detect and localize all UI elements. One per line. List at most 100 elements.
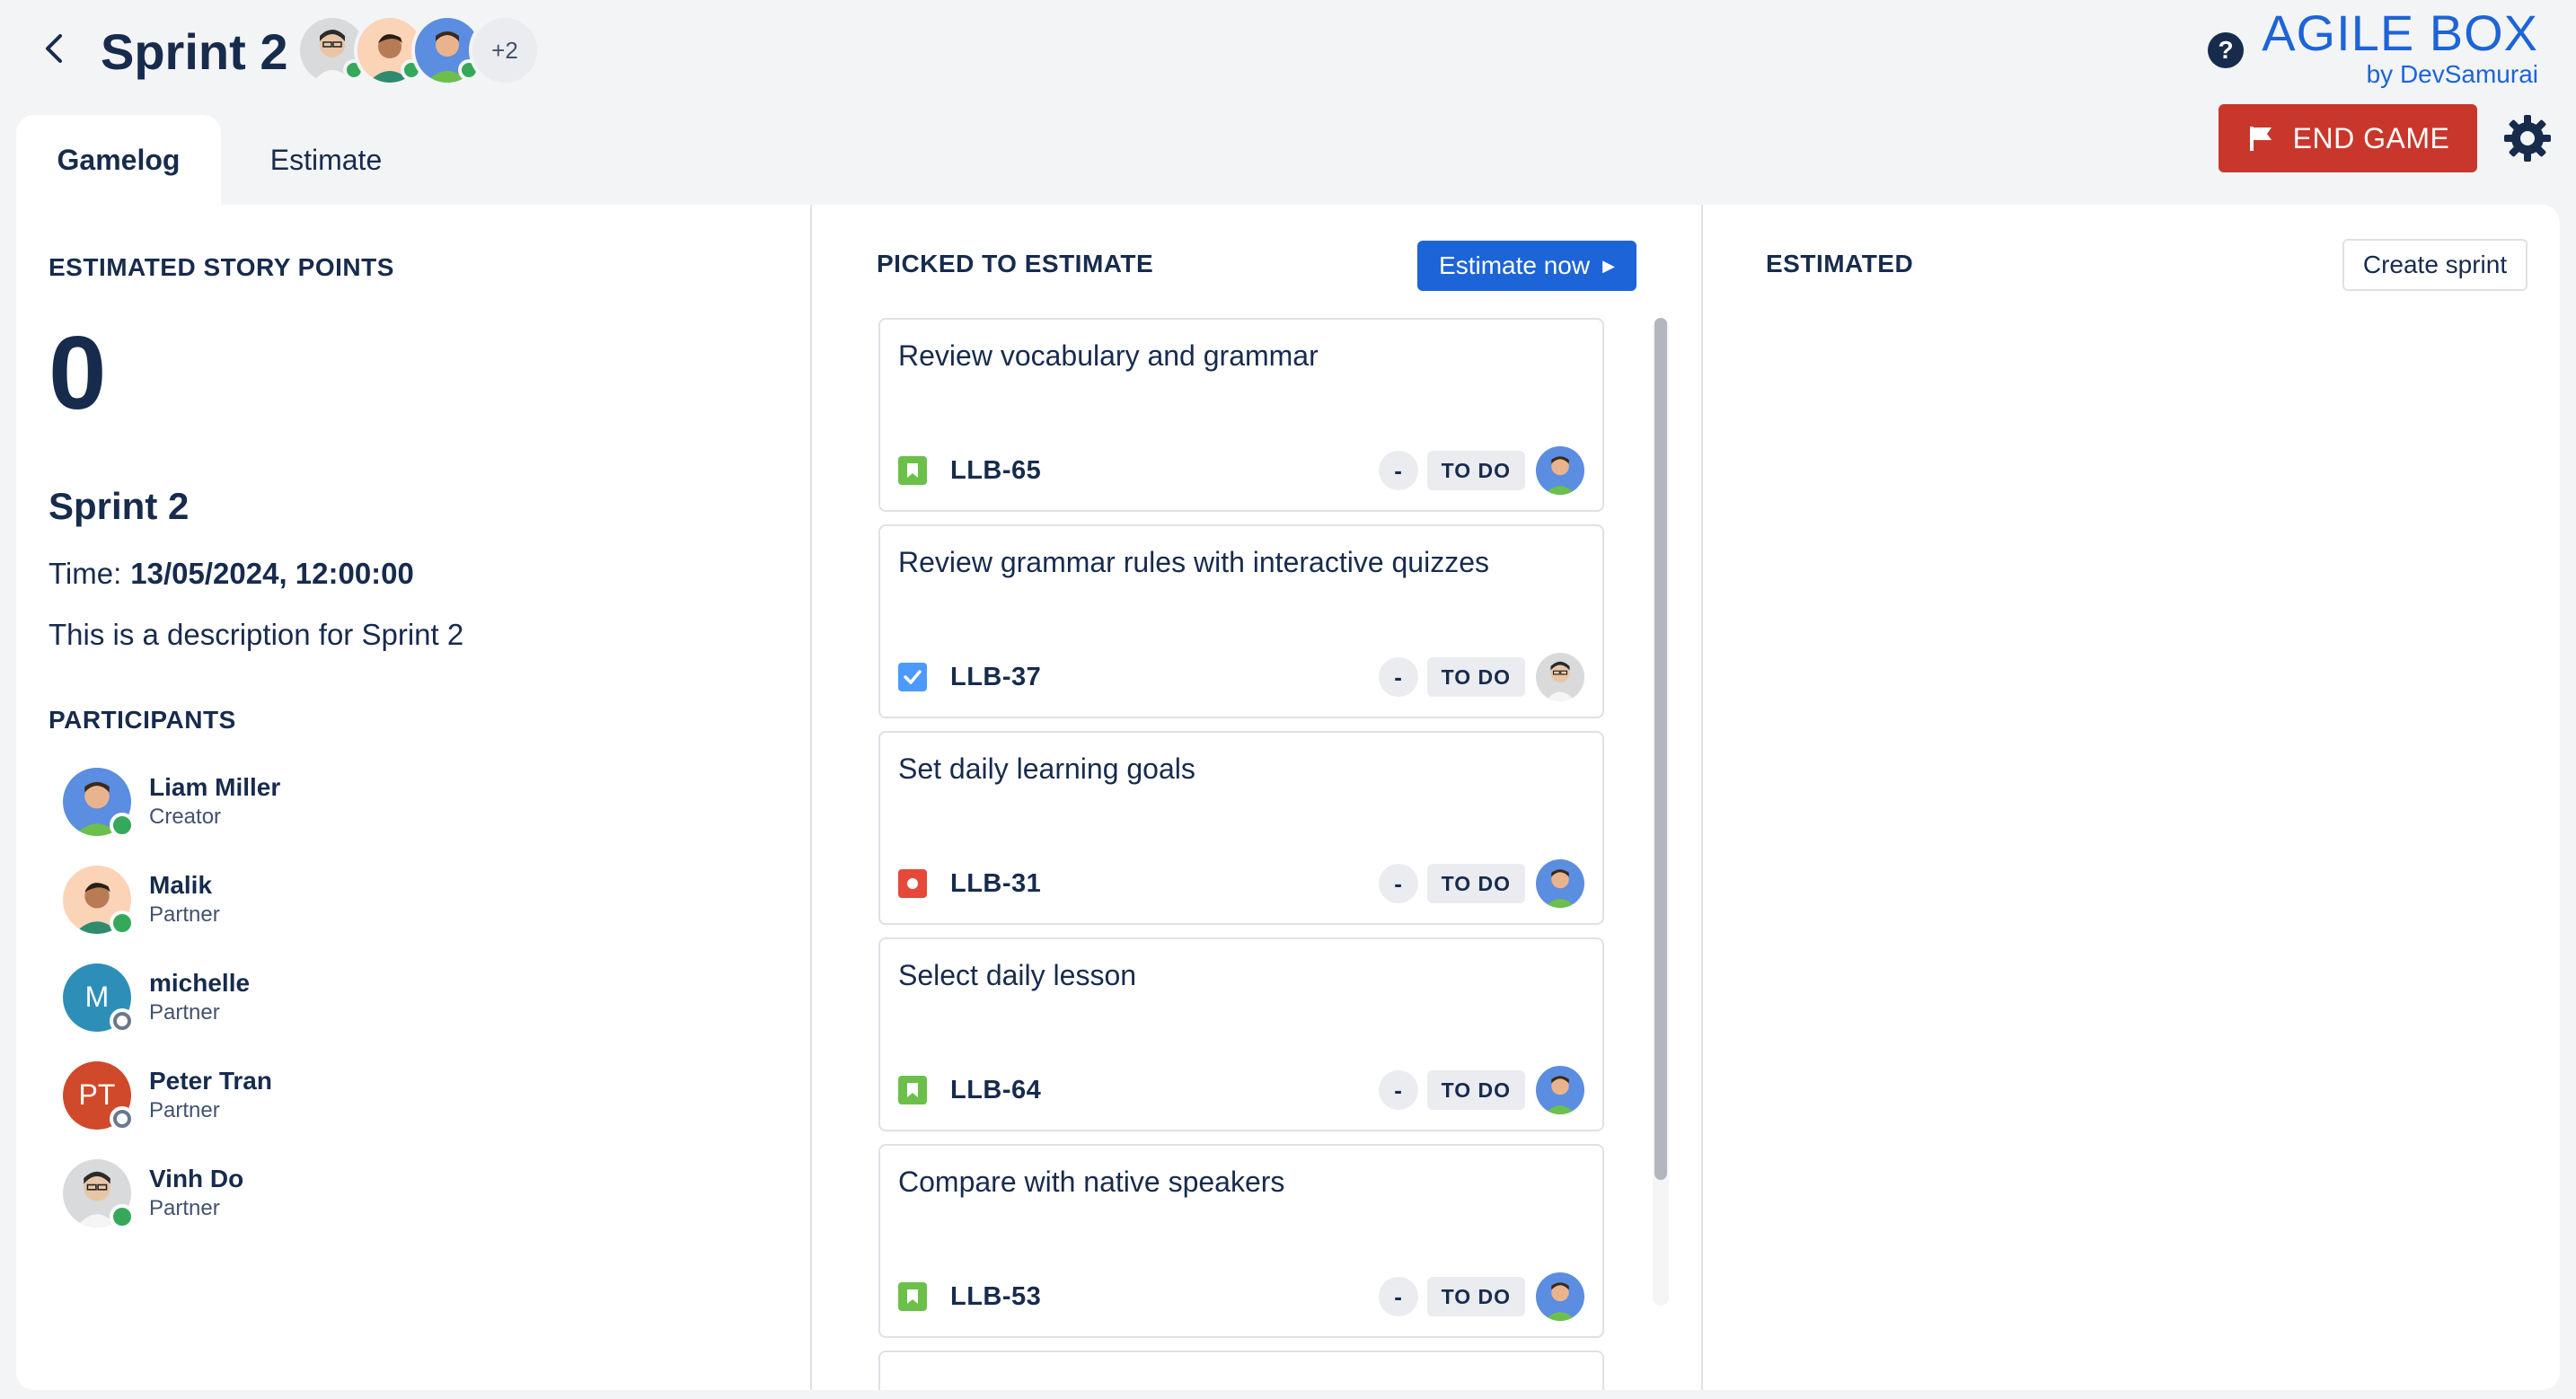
issue-key: LLB-37: [950, 662, 1042, 691]
story-points-value: 0: [49, 314, 107, 431]
offline-status-dot: [110, 1007, 135, 1034]
participant-item: Vinh Do Partner: [63, 1144, 280, 1242]
participant-name: Peter Tran: [149, 1066, 272, 1095]
help-icon[interactable]: ?: [2208, 32, 2244, 68]
participant-item: PT Peter Tran Partner: [63, 1046, 280, 1144]
brand-byline: by DevSamurai: [2366, 60, 2538, 88]
issue-footer: LLB-53 - TO DO: [898, 1272, 1584, 1321]
participant-name: michelle: [149, 968, 251, 997]
story-icon: [898, 1282, 927, 1311]
participant-role: Partner: [149, 1097, 220, 1122]
app-root: Sprint 2 +2 ? AGILE BOX by DevSamurai EN…: [0, 0, 2576, 1399]
issue-title: Review vocabulary and grammar: [898, 339, 1319, 372]
status-badge: TO DO: [1426, 1277, 1525, 1316]
estimate-now-button[interactable]: Estimate now ▶: [1417, 241, 1636, 291]
participant-role: Partner: [149, 902, 220, 927]
create-sprint-button[interactable]: Create sprint: [2342, 239, 2527, 291]
sprint-name: Sprint 2: [49, 485, 190, 527]
participant-item: M michelle Partner: [63, 948, 280, 1046]
header-participant-avatars: +2: [296, 14, 541, 86]
estimate-now-label: Estimate now: [1439, 251, 1591, 279]
column-divider: [810, 205, 812, 1390]
participant-item: Malik Partner: [63, 850, 280, 948]
issue-key: LLB-53: [950, 1281, 1042, 1311]
time-label: Time:: [49, 557, 122, 590]
assignee-avatar: [1536, 1066, 1584, 1114]
tab-estimate[interactable]: Estimate: [241, 115, 411, 205]
brand-name: AGILE BOX: [2262, 4, 2538, 61]
task-checkbox-icon: [898, 663, 927, 691]
brand-logo: AGILE BOX by DevSamurai: [2262, 5, 2538, 90]
status-badge: TO DO: [1426, 657, 1525, 697]
issue-card[interactable]: [878, 1351, 1604, 1390]
back-button[interactable]: [32, 27, 75, 70]
issue-footer: LLB-31 - TO DO: [898, 859, 1584, 908]
issue-footer: LLB-37 - TO DO: [898, 653, 1584, 701]
main-panel: ESTIMATED STORY POINTS 0 Sprint 2 Time: 1…: [16, 205, 2560, 1390]
online-status-dot: [110, 910, 135, 936]
estimated-story-points-label: ESTIMATED STORY POINTS: [49, 253, 394, 281]
issue-key: LLB-65: [950, 455, 1042, 485]
status-badge: TO DO: [1426, 864, 1525, 903]
issue-title: Compare with native speakers: [898, 1166, 1285, 1198]
issue-card[interactable]: Review vocabulary and grammar LLB-65 - T…: [878, 318, 1604, 512]
participant-role: Partner: [149, 1195, 220, 1220]
sprint-time: Time: 13/05/2024, 12:00:00: [49, 557, 414, 591]
issue-footer: LLB-64 - TO DO: [898, 1066, 1584, 1114]
sprint-description: This is a description for Sprint 2: [49, 618, 464, 651]
issue-key: LLB-31: [950, 868, 1042, 898]
issue-card[interactable]: Set daily learning goals LLB-31 - TO DO: [878, 731, 1604, 925]
column-divider: [1701, 205, 1703, 1390]
story-icon: [898, 1076, 927, 1104]
more-participants-badge[interactable]: +2: [469, 14, 541, 86]
end-game-label: END GAME: [2292, 121, 2450, 154]
story-icon: [898, 456, 927, 485]
picked-to-estimate-label: PICKED TO ESTIMATE: [877, 250, 1154, 277]
gear-icon[interactable]: [2501, 111, 2554, 165]
estimate-badge: -: [1378, 1277, 1418, 1316]
tab-gamelog[interactable]: Gamelog: [16, 115, 221, 205]
participant-item: Liam Miller Creator: [63, 752, 280, 850]
online-status-dot: [110, 1203, 135, 1229]
avatar: PT: [63, 1060, 135, 1131]
chevron-left-icon: [46, 34, 62, 63]
assignee-avatar: [1536, 446, 1584, 495]
picked-issues-list[interactable]: Review vocabulary and grammar LLB-65 - T…: [878, 318, 1651, 1390]
issue-title: Review grammar rules with interactive qu…: [898, 546, 1489, 578]
status-badge: TO DO: [1426, 1070, 1525, 1110]
issue-title: Set daily learning goals: [898, 752, 1195, 785]
picked-list-scrollbar[interactable]: [1653, 318, 1669, 1306]
issue-title: Select daily lesson: [898, 959, 1137, 991]
issue-card[interactable]: Review grammar rules with interactive qu…: [878, 524, 1604, 718]
issue-card[interactable]: Select daily lesson LLB-64 - TO DO: [878, 937, 1604, 1131]
end-game-button[interactable]: END GAME: [2219, 104, 2477, 172]
bug-icon: [898, 869, 927, 898]
participant-role: Creator: [149, 804, 222, 829]
avatar: [63, 767, 135, 838]
assignee-avatar: [1536, 1272, 1584, 1321]
issue-key: LLB-64: [950, 1075, 1042, 1104]
play-arrow-icon: ▶: [1602, 256, 1615, 275]
estimate-badge: -: [1378, 864, 1418, 903]
estimate-badge: -: [1378, 1070, 1418, 1110]
status-badge: TO DO: [1426, 451, 1525, 490]
participants-list: Liam Miller Creator Malik Partner M mich…: [63, 752, 280, 1242]
scrollbar-thumb[interactable]: [1654, 318, 1667, 1180]
time-value: 13/05/2024, 12:00:00: [130, 557, 414, 590]
page-title: Sprint 2: [101, 23, 288, 80]
assignee-avatar: [1536, 653, 1584, 701]
offline-status-dot: [110, 1105, 135, 1131]
participants-label: PARTICIPANTS: [49, 706, 236, 734]
assignee-avatar: [1536, 859, 1584, 908]
participant-name: Liam Miller: [149, 772, 281, 801]
estimate-badge: -: [1378, 657, 1418, 697]
estimated-label: ESTIMATED: [1766, 250, 1914, 277]
issue-card[interactable]: Compare with native speakers LLB-53 - TO…: [878, 1144, 1604, 1338]
avatar: M: [63, 963, 135, 1034]
issue-footer: LLB-65 - TO DO: [898, 446, 1584, 495]
participant-name: Malik: [149, 870, 213, 899]
flag-icon: [2246, 124, 2275, 153]
estimate-badge: -: [1378, 451, 1418, 490]
avatar: [63, 865, 135, 936]
participant-name: Vinh Do: [149, 1164, 244, 1192]
